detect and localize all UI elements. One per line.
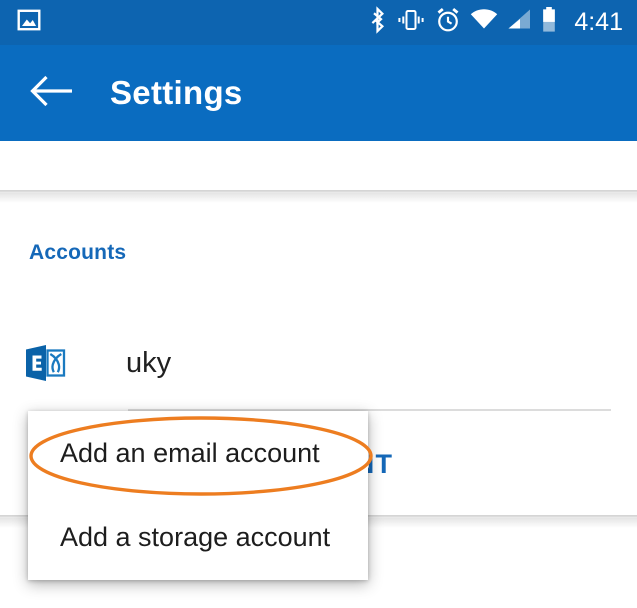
page-title: Settings	[110, 74, 243, 111]
status-bar-left-icons	[16, 7, 42, 38]
accounts-section-heading: Accounts	[29, 241, 127, 264]
exchange-icon	[24, 343, 66, 383]
app-bar: Settings	[0, 45, 637, 141]
alarm-icon	[435, 7, 461, 38]
image-notification-icon	[16, 7, 42, 38]
back-arrow-icon	[30, 74, 74, 113]
cellular-signal-icon	[507, 7, 532, 38]
status-bar-clock: 4:41	[574, 8, 623, 36]
battery-icon	[541, 6, 557, 39]
section-divider-top-shadow	[0, 193, 637, 203]
menu-item-add-storage-account[interactable]: Add a storage account	[28, 495, 368, 579]
menu-item-label: Add a storage account	[60, 521, 331, 552]
status-bar[interactable]: 4:41	[0, 0, 637, 45]
menu-item-label: Add an email account	[60, 437, 320, 468]
status-bar-right-icons: 4:41	[368, 6, 623, 39]
back-button[interactable]	[24, 65, 80, 121]
menu-item-add-email-account[interactable]: Add an email account	[28, 411, 368, 495]
add-account-popup-menu[interactable]: Add an email account Add a storage accou…	[28, 411, 368, 580]
wifi-icon	[470, 7, 498, 38]
vibrate-icon	[396, 7, 426, 38]
bluetooth-icon	[368, 6, 387, 39]
account-row[interactable]: uky	[0, 326, 637, 400]
account-name: uky	[126, 346, 172, 379]
